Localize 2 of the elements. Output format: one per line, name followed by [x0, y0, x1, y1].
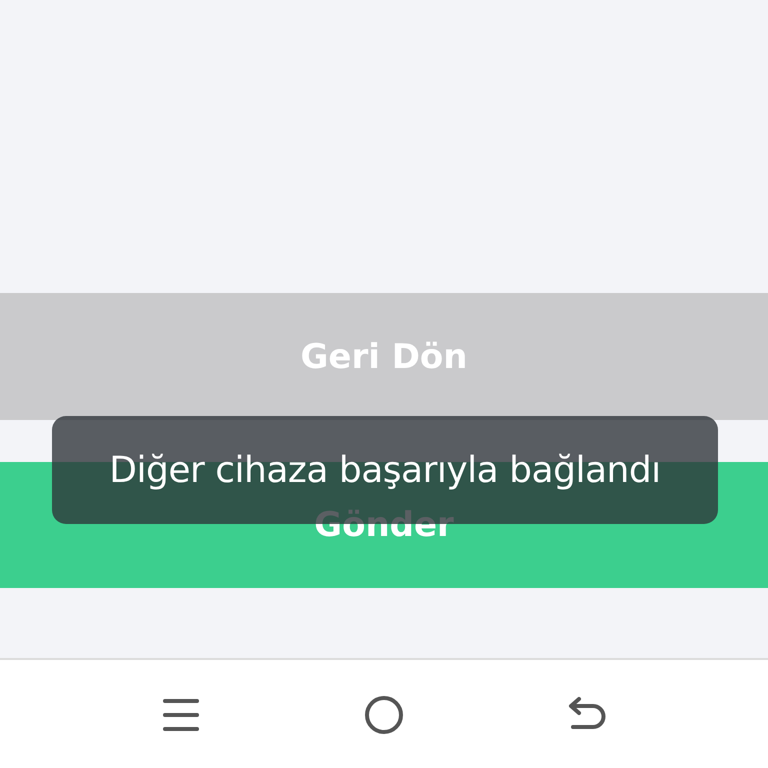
home-icon — [364, 695, 404, 735]
menu-icon — [162, 697, 200, 733]
